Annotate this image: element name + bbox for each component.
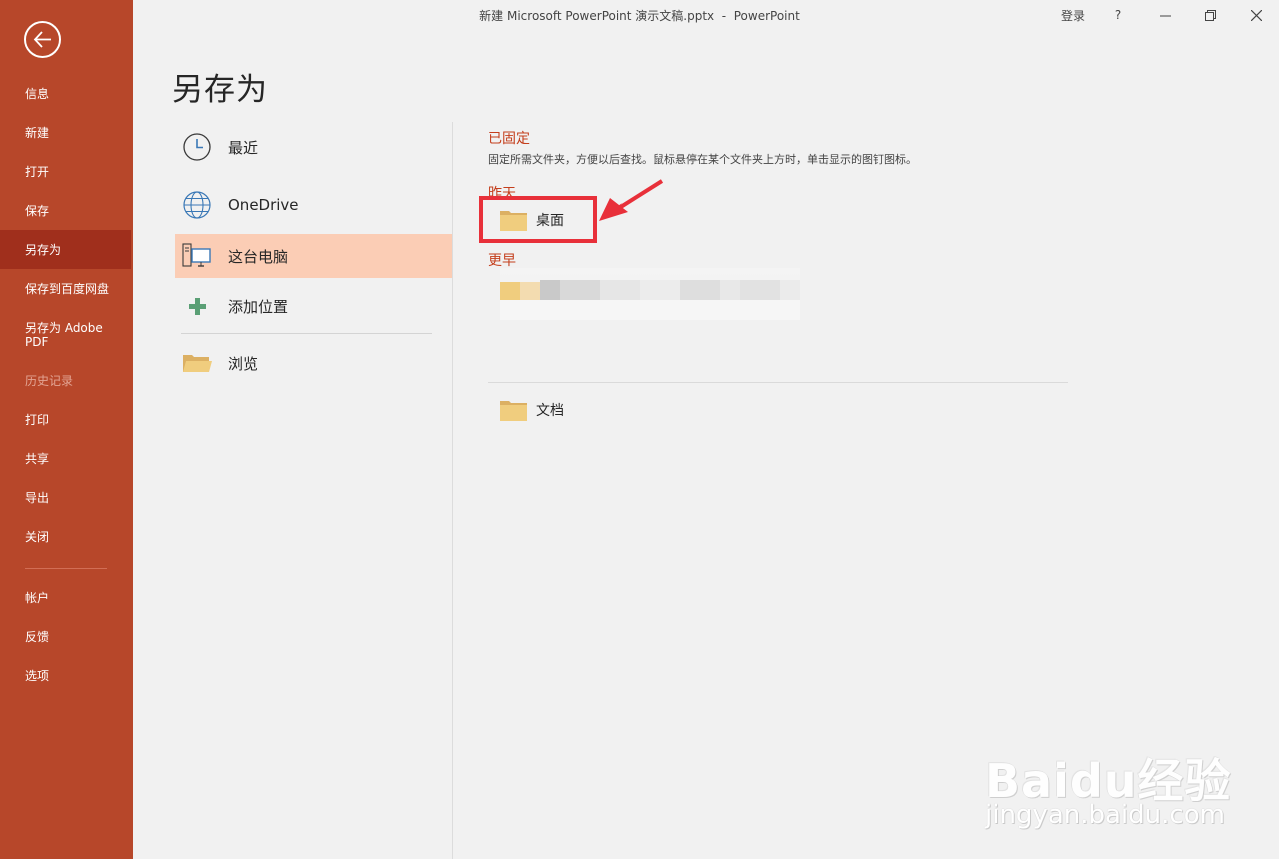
sidebar-item-share[interactable]: 共享	[0, 439, 133, 478]
globe-icon	[183, 191, 211, 219]
sidebar-item-close[interactable]: 关闭	[0, 517, 133, 556]
location-label: OneDrive	[228, 196, 299, 214]
minimize-icon	[1159, 15, 1171, 16]
sidebar-item-new[interactable]: 新建	[0, 113, 133, 152]
sidebar-item-save-as-pdf[interactable]: 另存为 Adobe PDF	[0, 321, 133, 357]
watermark-url: jingyan.baidu.com	[985, 800, 1225, 830]
location-label: 浏览	[228, 354, 259, 373]
sidebar-item-open[interactable]: 打开	[0, 152, 133, 191]
sidebar-item-save[interactable]: 保存	[0, 191, 133, 230]
pinned-heading: 已固定	[488, 131, 530, 147]
location-label: 这台电脑	[228, 247, 289, 266]
earlier-heading: 更早	[488, 253, 516, 269]
column-divider	[452, 122, 453, 859]
restore-button[interactable]	[1200, 5, 1220, 25]
plus-icon	[189, 298, 206, 315]
location-add-place[interactable]: 添加位置	[175, 284, 452, 328]
sidebar-item-save-to-baidu[interactable]: 保存到百度网盘	[0, 269, 133, 308]
folder-icon	[500, 401, 527, 421]
sidebar-item-account[interactable]: 帐户	[0, 578, 133, 617]
close-icon	[1250, 9, 1262, 21]
location-onedrive[interactable]: OneDrive	[175, 183, 452, 227]
sidebar-item-history: 历史记录	[25, 373, 74, 388]
sidebar-item-info[interactable]: 信息	[0, 74, 133, 113]
sidebar-item-feedback[interactable]: 反馈	[0, 617, 133, 656]
backstage-sidebar: 信息 新建 打开 保存 另存为 保存到百度网盘 另存为 Adobe PDF 历史…	[0, 0, 133, 859]
folder-documents[interactable]: 文档	[500, 397, 564, 423]
sidebar-item-save-as[interactable]: 另存为	[0, 230, 131, 269]
clock-icon	[183, 133, 211, 161]
location-recent[interactable]: 最近	[175, 125, 452, 169]
annotation-arrow-icon	[599, 179, 664, 221]
computer-icon	[182, 243, 211, 267]
restore-icon	[1204, 9, 1216, 21]
location-label: 最近	[228, 138, 259, 157]
sidebar-item-export[interactable]: 导出	[0, 478, 133, 517]
blurred-folder-row	[500, 268, 800, 320]
login-button[interactable]: 登录	[1058, 5, 1088, 25]
sidebar-item-print[interactable]: 打印	[0, 400, 133, 439]
highlight-annotation-box	[479, 196, 597, 243]
open-folder-icon	[183, 355, 212, 372]
close-window-button[interactable]	[1246, 5, 1266, 25]
panel-divider	[488, 382, 1068, 383]
folder-label: 文档	[536, 403, 564, 419]
page-title: 另存为	[172, 72, 268, 108]
location-label: 添加位置	[228, 297, 289, 316]
sidebar-item-options[interactable]: 选项	[0, 656, 133, 695]
location-this-pc[interactable]: 这台电脑	[175, 234, 452, 278]
back-button[interactable]	[24, 21, 61, 58]
minimize-button[interactable]	[1155, 5, 1175, 25]
back-arrow-icon	[33, 31, 51, 48]
sidebar-divider	[25, 568, 107, 569]
location-browse[interactable]: 浏览	[175, 341, 452, 385]
pinned-description: 固定所需文件夹，方便以后查找。鼠标悬停在某个文件夹上方时，单击显示的图钉图标。	[488, 153, 917, 166]
locations-divider	[181, 333, 432, 334]
help-button[interactable]: ?	[1108, 5, 1128, 25]
